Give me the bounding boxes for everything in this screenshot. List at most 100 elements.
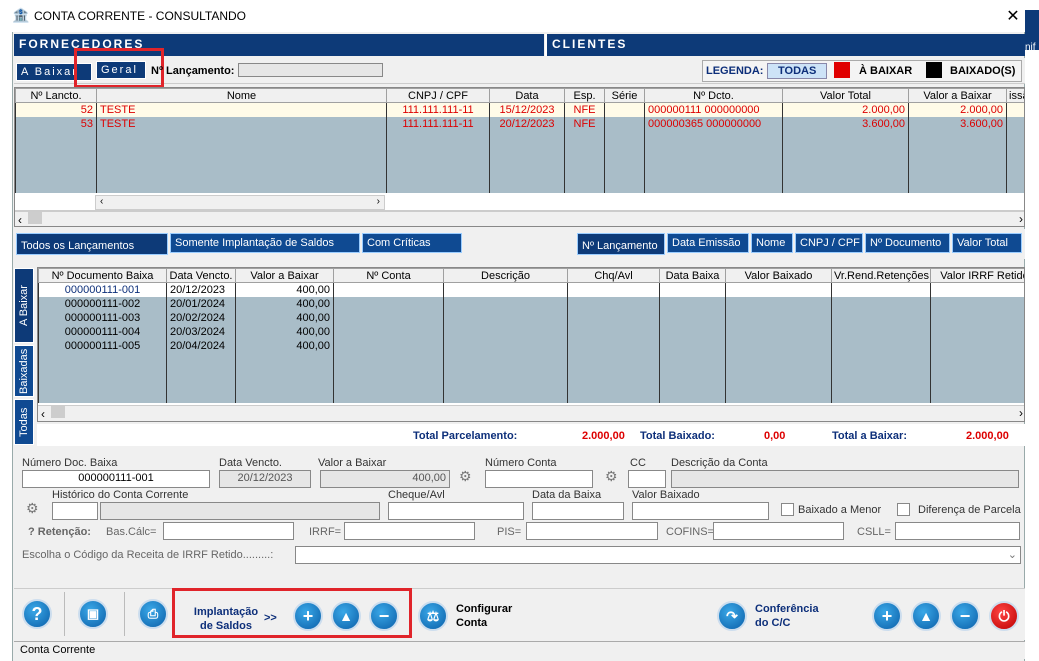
cell: 2.000,00 — [782, 102, 909, 117]
conferencia-icon[interactable]: ↷ — [717, 601, 747, 631]
parcelas-grid[interactable]: Nº Documento Baixa Data Vencto. Valor a Ba… — [37, 267, 1025, 422]
numero-doc-field[interactable]: 000000111-001 — [22, 470, 210, 488]
total-parcelamento-label: Total Parcelamento: — [413, 430, 518, 442]
col-header[interactable]: Nº Documento Baixa — [38, 268, 167, 283]
table-row[interactable]: 000000111-003 20/02/2024 400,00 — [38, 310, 1024, 325]
receita-irrf-select[interactable]: ⌄ — [295, 546, 1021, 564]
filter-com-criticas[interactable]: Com Críticas — [362, 233, 462, 253]
vtab-todas[interactable]: Todas — [14, 399, 34, 445]
diferenca-checkbox[interactable] — [897, 503, 910, 516]
sort-lancamento[interactable]: Nº Lançamento — [577, 233, 665, 255]
col-header[interactable]: Nº Conta — [333, 268, 444, 283]
col-header[interactable]: Descrição — [443, 268, 568, 283]
lancamentos-grid[interactable]: Nº Lancto. Nome CNPJ / CPF Data Esp. Série Nº … — [14, 87, 1025, 227]
col-header[interactable]: CNPJ / CPF — [386, 88, 490, 103]
calculator-icon[interactable]: ⚙ — [459, 468, 472, 485]
sort-data-emissao[interactable]: Data Emissão — [667, 233, 749, 253]
grid1-hscroll[interactable]: ‹ › — [15, 211, 1024, 226]
irrf-field[interactable] — [344, 522, 475, 540]
grid1-header: Nº Lancto. Nome CNPJ / CPF Data Esp. Série Nº … — [15, 88, 1024, 103]
col-header[interactable]: Nº Dcto. — [644, 88, 783, 103]
cofins-label: COFINS= — [666, 526, 714, 538]
grid2-hscroll[interactable]: ‹ › — [38, 405, 1024, 421]
col-header[interactable]: Esp. — [564, 88, 605, 103]
n-lancamento-input[interactable] — [238, 63, 383, 77]
up-button-2[interactable]: ▲ — [911, 601, 941, 631]
remove-button[interactable]: − — [369, 601, 399, 631]
valor-baixado-field[interactable] — [632, 502, 769, 520]
csll-label: CSLL= — [857, 526, 891, 538]
filter-somente-implantacao[interactable]: Somente Implantação de Saldos — [170, 233, 360, 253]
configure-icon[interactable]: ⚖ — [418, 601, 448, 631]
table-row[interactable]: 000000111-001 20/12/2023 400,00 — [38, 282, 1024, 297]
cell: 20/12/2023 — [166, 282, 236, 297]
tab-clientes[interactable]: CLIENTES — [545, 34, 1025, 56]
inner-hscroll[interactable]: ‹ › — [95, 195, 385, 210]
up-button[interactable]: ▲ — [331, 601, 361, 631]
document-button[interactable]: ▣ — [78, 599, 108, 629]
filter-todos[interactable]: Todos os Lançamentos — [16, 233, 168, 255]
col-header[interactable]: Data — [489, 88, 565, 103]
remove-button-2[interactable]: − — [950, 601, 980, 631]
col-header[interactable]: Valor a Baixar — [235, 268, 334, 283]
data-baixa-field[interactable] — [532, 502, 624, 520]
table-row[interactable]: 53 TESTE 111.111.111-11 20/12/2023 NFE 000000… — [15, 116, 1024, 131]
col-header[interactable]: Vr.Rend.Retenções — [831, 268, 931, 283]
sort-nome[interactable]: Nome — [751, 233, 793, 253]
cell: 400,00 — [235, 282, 334, 297]
cc-field[interactable] — [628, 470, 666, 488]
add-button[interactable]: + — [293, 601, 323, 631]
cheque-field[interactable] — [388, 502, 524, 520]
sort-cnpj[interactable]: CNPJ / CPF — [795, 233, 863, 253]
cell: 000000111-002 — [38, 296, 167, 311]
pis-field[interactable] — [526, 522, 658, 540]
close-icon[interactable]: ✕ — [1003, 6, 1023, 26]
col-header[interactable]: Série — [604, 88, 645, 103]
csll-field[interactable] — [895, 522, 1020, 540]
configurar-label[interactable]: Configurar Conta — [456, 602, 522, 630]
add-button-2[interactable]: + — [872, 601, 902, 631]
col-header[interactable]: Valor IRRF Retido — [930, 268, 1024, 283]
col-header[interactable]: Nº Lancto. — [15, 88, 97, 103]
cell: TESTE — [96, 116, 387, 131]
table-row[interactable]: 52 TESTE 111.111.111-11 15/12/2023 NFE 000000… — [15, 102, 1024, 117]
col-header[interactable]: Data Vencto. — [166, 268, 236, 283]
print-button[interactable]: ⎙ — [138, 599, 168, 629]
valor-baixar-field[interactable]: 400,00 — [320, 470, 450, 488]
col-header[interactable]: Nome — [96, 88, 387, 103]
sort-documento[interactable]: Nº Documento — [865, 233, 950, 253]
col-header[interactable]: Valor Total — [782, 88, 909, 103]
col-header[interactable]: Valor a Baixar — [908, 88, 1007, 103]
baixado-menor-checkbox[interactable] — [781, 503, 794, 516]
vtab-baixadas[interactable]: Baixadas — [14, 345, 34, 397]
help-button[interactable]: ? — [22, 599, 52, 629]
sort-valor-total[interactable]: Valor Total — [952, 233, 1022, 253]
col-header[interactable]: Chq/Avl — [567, 268, 660, 283]
power-button[interactable]: ⏻ — [989, 601, 1019, 631]
cell — [604, 102, 645, 117]
lookup-icon[interactable]: ⚙ — [605, 468, 618, 485]
historico-code-field[interactable] — [52, 502, 98, 520]
table-row[interactable]: 000000111-002 20/01/2024 400,00 — [38, 296, 1024, 311]
cell: 000000365 000000000 — [644, 116, 783, 131]
pis-label: PIS= — [497, 526, 522, 538]
col-header[interactable]: Data Baixa — [659, 268, 726, 283]
historico-field[interactable] — [100, 502, 380, 520]
cell: 111.111.111-11 — [386, 116, 490, 131]
data-vencto-field[interactable]: 20/12/2023 — [219, 470, 311, 488]
cell: 20/04/2024 — [166, 338, 236, 353]
table-row[interactable]: 000000111-004 20/03/2024 400,00 — [38, 324, 1024, 339]
numero-conta-field[interactable] — [485, 470, 593, 488]
descricao-conta-field[interactable] — [671, 470, 1019, 488]
legend-todas[interactable]: TODAS — [767, 63, 828, 79]
conferencia-label[interactable]: Conferência do C/C — [755, 602, 827, 630]
bas-calc-field[interactable] — [163, 522, 294, 540]
legend-red-swatch — [834, 62, 850, 78]
cofins-field[interactable] — [713, 522, 844, 540]
vtab-a-baixar[interactable]: A Baixar — [14, 268, 34, 343]
col-header[interactable]: Valor Baixado — [725, 268, 832, 283]
table-row[interactable]: 000000111-005 20/04/2024 400,00 — [38, 338, 1024, 353]
valor-baixar-label: Valor a Baixar — [318, 457, 387, 469]
col-header[interactable]: issão — [1006, 88, 1024, 103]
historico-lookup-icon[interactable]: ⚙ — [26, 500, 39, 517]
